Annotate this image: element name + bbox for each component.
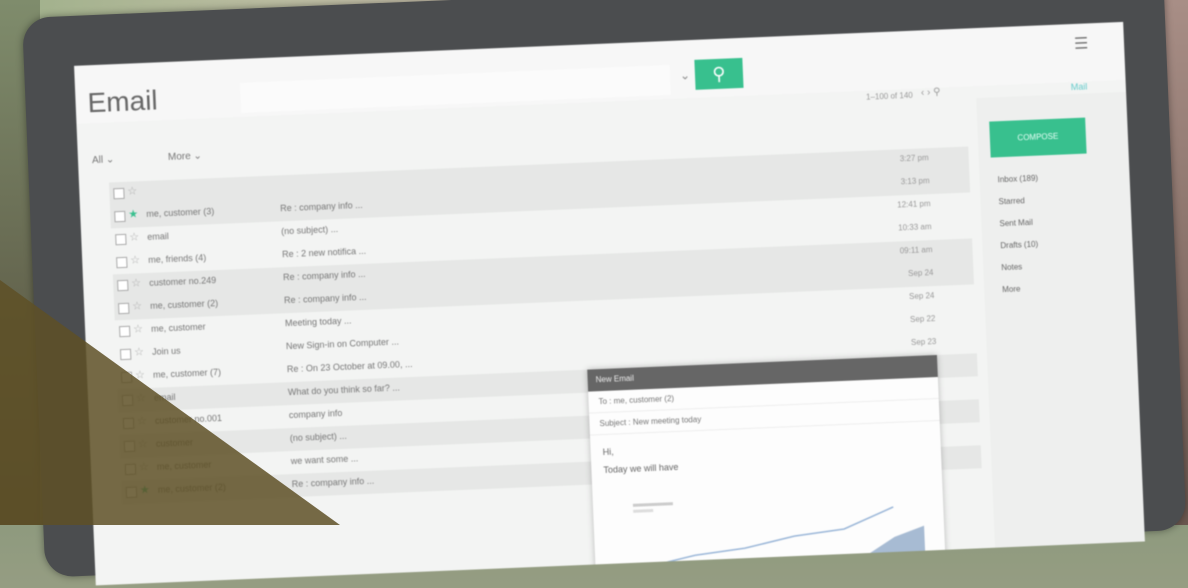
decorative-overlay	[0, 280, 340, 525]
